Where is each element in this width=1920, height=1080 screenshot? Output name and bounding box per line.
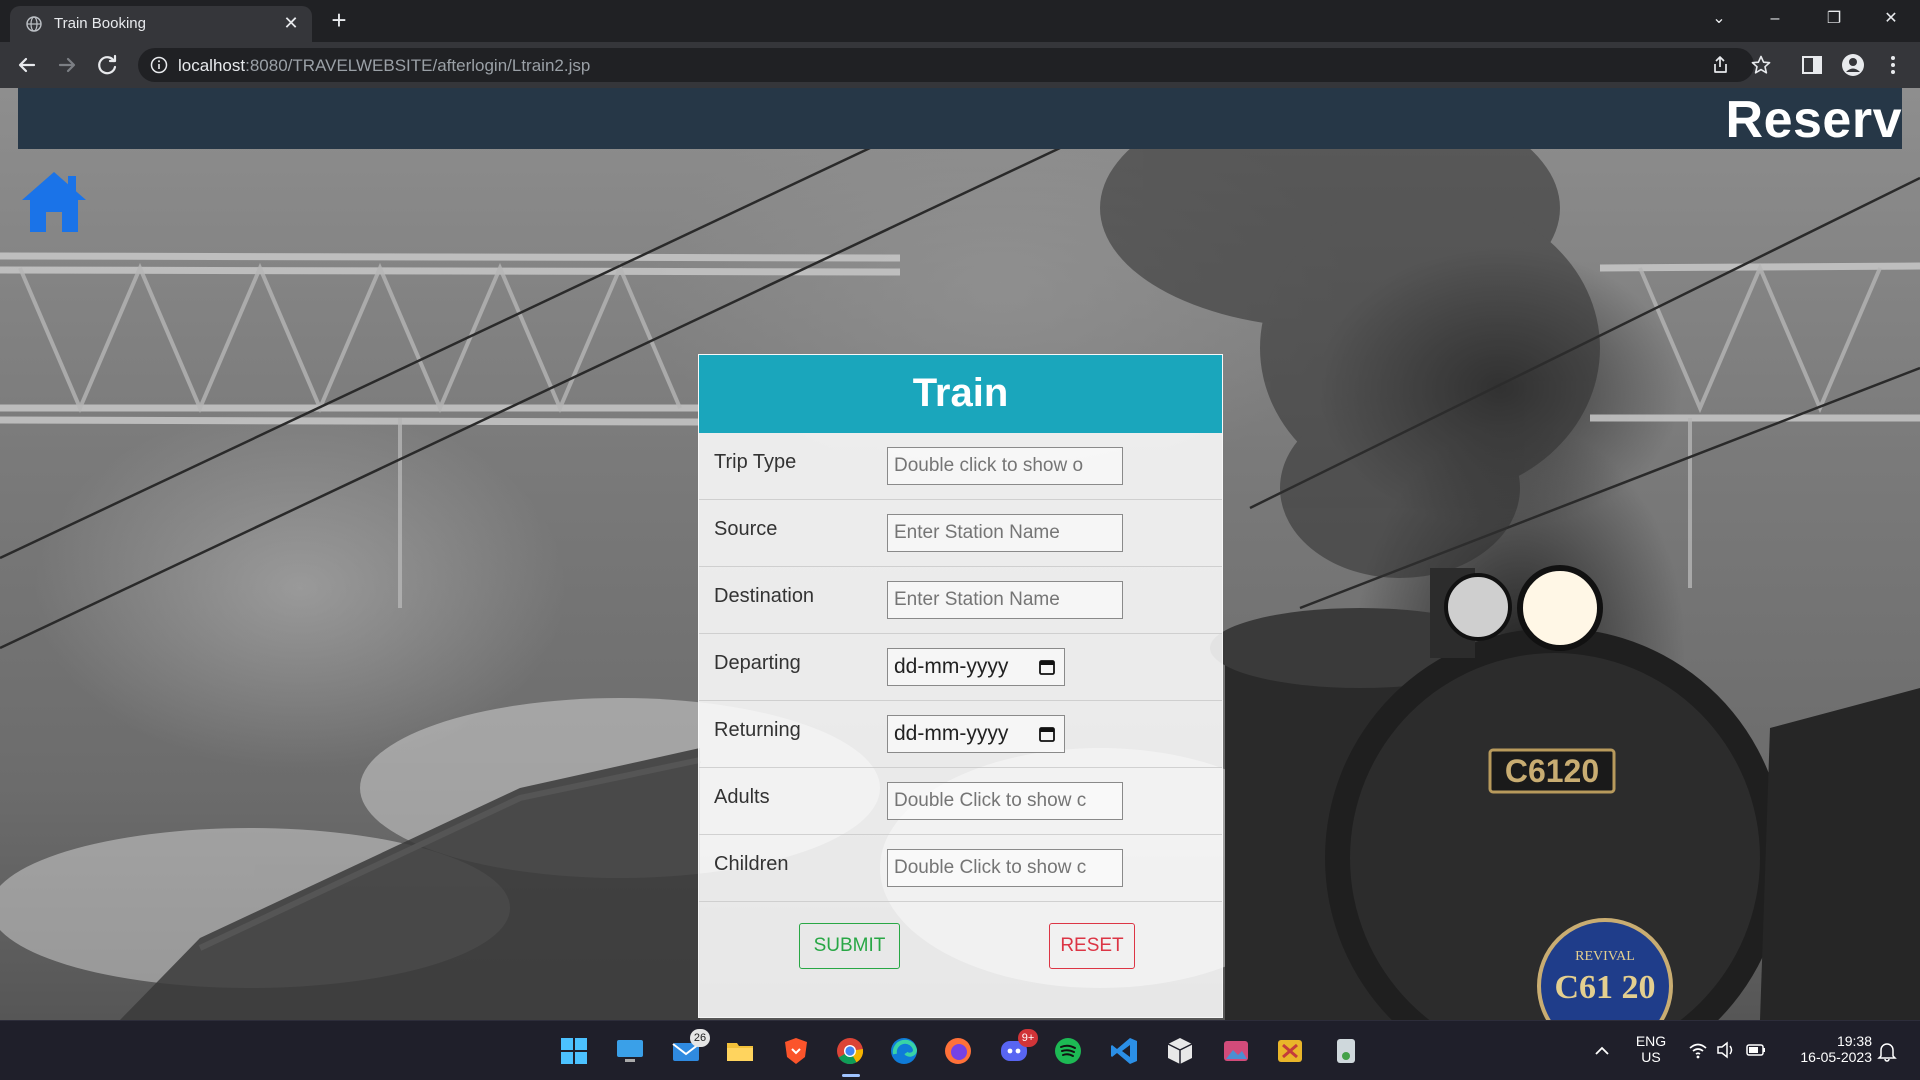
returning-row: Returning dd-mm-yyyy bbox=[699, 701, 1222, 768]
trip-type-row: Trip Type bbox=[699, 433, 1222, 500]
calendar-icon[interactable] bbox=[1038, 725, 1056, 743]
source-row: Source bbox=[699, 500, 1222, 567]
bookmark-star-icon[interactable] bbox=[1750, 54, 1772, 76]
clock-date: 16-05-2023 bbox=[1800, 1049, 1872, 1065]
destination-station-input[interactable] bbox=[887, 581, 1123, 619]
svg-text:C61 20: C61 20 bbox=[1554, 969, 1655, 1006]
departing-date-input[interactable]: dd-mm-yyyy bbox=[887, 648, 1065, 686]
home-icon[interactable] bbox=[18, 168, 90, 236]
close-window-button[interactable]: ✕ bbox=[1874, 4, 1908, 34]
photos-app-icon[interactable] bbox=[1220, 1035, 1252, 1067]
page-viewport: C6120 REVIVAL C61 20 Reserv Train Trip T… bbox=[0, 88, 1920, 1020]
submit-button[interactable]: SUBMIT bbox=[799, 923, 900, 969]
region-code: US bbox=[1641, 1049, 1661, 1065]
share-icon[interactable] bbox=[1709, 54, 1731, 76]
app-installer-icon[interactable] bbox=[1330, 1035, 1362, 1067]
departing-row: Departing dd-mm-yyyy bbox=[699, 634, 1222, 701]
battery-icon[interactable] bbox=[1745, 1041, 1767, 1059]
tab-title: Train Booking bbox=[54, 15, 146, 32]
active-app-indicator bbox=[842, 1074, 860, 1077]
volume-icon[interactable] bbox=[1716, 1041, 1736, 1059]
returning-date-value: dd-mm-yyyy bbox=[894, 722, 1009, 745]
forward-arrow-icon[interactable] bbox=[52, 50, 82, 80]
source-label: Source bbox=[714, 518, 778, 540]
url-host: localhost bbox=[178, 56, 246, 75]
site-info-icon[interactable] bbox=[150, 56, 168, 74]
file-explorer-icon[interactable] bbox=[724, 1035, 756, 1067]
trip-type-input[interactable] bbox=[887, 447, 1123, 485]
site-header-banner: Reserv bbox=[18, 88, 1902, 149]
tab-search-icon[interactable]: ⌄ bbox=[1702, 4, 1736, 34]
windows-start-icon[interactable] bbox=[558, 1035, 590, 1067]
browser-toolbar: localhost:8080/TRAVELWEBSITE/afterlogin/… bbox=[0, 42, 1920, 88]
calendar-icon[interactable] bbox=[1038, 658, 1056, 676]
language-indicator[interactable]: ENG US bbox=[1632, 1033, 1670, 1065]
form-header: Train bbox=[699, 355, 1222, 433]
departing-label: Departing bbox=[714, 652, 801, 674]
clock-time: 19:38 bbox=[1836, 1033, 1872, 1049]
returning-label: Returning bbox=[714, 719, 801, 741]
restore-button[interactable]: ❐ bbox=[1817, 4, 1851, 34]
children-label: Children bbox=[714, 853, 789, 875]
reload-icon[interactable] bbox=[93, 50, 123, 80]
notification-bell-icon[interactable] bbox=[1876, 1040, 1898, 1062]
chevron-up-icon[interactable] bbox=[1593, 1043, 1611, 1057]
destination-row: Destination bbox=[699, 567, 1222, 634]
adults-count-input[interactable] bbox=[887, 782, 1123, 820]
snip-tool-icon[interactable] bbox=[1274, 1035, 1306, 1067]
chrome-icon[interactable] bbox=[834, 1035, 866, 1067]
locomotive-number: C6120 bbox=[1505, 753, 1599, 789]
mail-app-icon[interactable]: 26 bbox=[670, 1029, 710, 1067]
firefox-icon[interactable] bbox=[942, 1035, 974, 1067]
children-count-input[interactable] bbox=[887, 849, 1123, 887]
back-arrow-icon[interactable] bbox=[12, 50, 42, 80]
form-title: Train bbox=[912, 371, 1009, 415]
svg-text:REVIVAL: REVIVAL bbox=[1575, 949, 1635, 964]
departing-date-value: dd-mm-yyyy bbox=[894, 655, 1009, 678]
trip-type-label: Trip Type bbox=[714, 451, 797, 473]
adults-row: Adults bbox=[699, 768, 1222, 835]
adults-label: Adults bbox=[714, 786, 770, 808]
train-booking-form: Train Trip Type Source Destination Depar… bbox=[698, 354, 1223, 1018]
language-code: ENG bbox=[1635, 1033, 1667, 1049]
windows-taskbar: 26 9+ ENG US 19:38 16-05-2023 bbox=[0, 1020, 1920, 1080]
spotify-icon[interactable] bbox=[1052, 1035, 1084, 1067]
desktop-icon[interactable] bbox=[614, 1035, 646, 1067]
discord-app-icon[interactable]: 9+ bbox=[998, 1029, 1038, 1067]
reset-button[interactable]: RESET bbox=[1049, 923, 1135, 969]
edge-icon[interactable] bbox=[888, 1035, 920, 1067]
brave-browser-icon[interactable] bbox=[780, 1035, 812, 1067]
minimize-button[interactable]: – bbox=[1758, 4, 1792, 34]
banner-marquee-text: Reserv bbox=[1725, 91, 1902, 149]
clock[interactable]: 19:38 16-05-2023 bbox=[1782, 1033, 1872, 1065]
profile-icon[interactable] bbox=[1840, 52, 1866, 78]
returning-date-input[interactable]: dd-mm-yyyy bbox=[887, 715, 1065, 753]
url-path: :8080/TRAVELWEBSITE/afterlogin/Ltrain2.j… bbox=[245, 56, 591, 75]
address-bar[interactable]: localhost:8080/TRAVELWEBSITE/afterlogin/… bbox=[138, 48, 1771, 82]
globe-icon bbox=[26, 16, 42, 32]
new-tab-button[interactable]: + bbox=[326, 7, 352, 34]
cube-app-icon[interactable] bbox=[1164, 1035, 1196, 1067]
url-text: localhost:8080/TRAVELWEBSITE/afterlogin/… bbox=[178, 56, 590, 76]
vscode-icon[interactable] bbox=[1108, 1035, 1140, 1067]
browser-tab-active[interactable]: Train Booking ✕ bbox=[10, 6, 312, 42]
source-station-input[interactable] bbox=[887, 514, 1123, 552]
menu-kebab-icon[interactable] bbox=[1880, 52, 1906, 78]
children-row: Children bbox=[699, 835, 1222, 902]
discord-badge: 9+ bbox=[1018, 1029, 1038, 1047]
browser-tab-strip: Train Booking ✕ + ⌄ – ❐ ✕ bbox=[0, 0, 1920, 42]
wifi-icon[interactable] bbox=[1688, 1041, 1708, 1059]
close-tab-icon[interactable]: ✕ bbox=[280, 12, 302, 34]
destination-label: Destination bbox=[714, 585, 815, 607]
mail-badge: 26 bbox=[690, 1029, 710, 1047]
side-panel-icon[interactable] bbox=[1799, 52, 1825, 78]
